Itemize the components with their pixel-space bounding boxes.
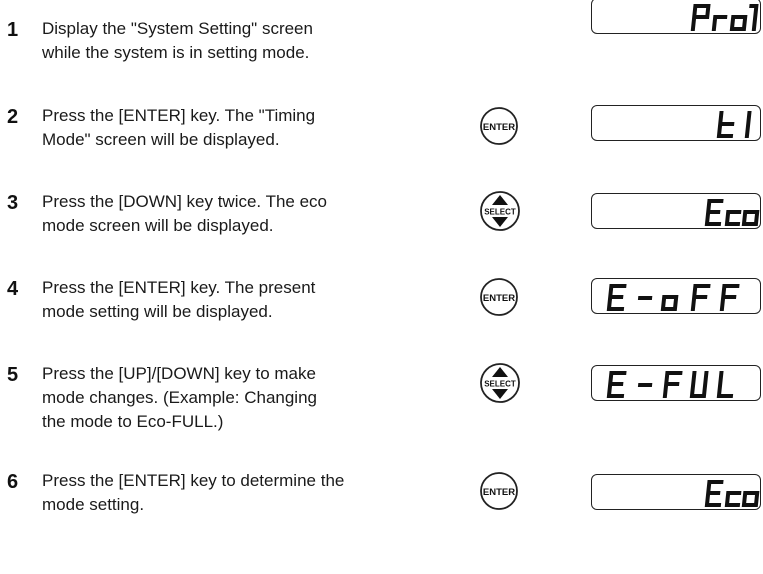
step-number: 4 xyxy=(7,278,19,300)
display-segments xyxy=(716,111,752,138)
instruction-line: Press the [DOWN] key twice. The eco xyxy=(42,192,327,211)
instruction-line: mode screen will be displayed. xyxy=(42,216,274,235)
lcd-display xyxy=(591,0,761,34)
display-segments xyxy=(704,199,760,226)
instruction-line: Press the [ENTER] key. The "Timing xyxy=(42,106,316,125)
select-key-button[interactable]: SELECT xyxy=(478,189,522,238)
svg-text:ENTER: ENTER xyxy=(483,293,515,304)
instruction-line: Press the [ENTER] key. The present xyxy=(42,278,316,297)
enter-key-icon: ENTER xyxy=(480,472,518,510)
enter-key-icon: ENTER xyxy=(480,107,518,145)
step-number: 1 xyxy=(7,19,19,41)
instruction-line: Press the [UP]/[DOWN] key to make xyxy=(42,364,316,383)
enter-key-icon: ENTER xyxy=(480,278,518,316)
select-key-button[interactable]: SELECT xyxy=(478,361,522,410)
lcd-display xyxy=(591,278,761,314)
instruction-line: mode changes. (Example: Changing xyxy=(42,388,317,407)
select-key-icon: SELECT xyxy=(480,191,520,231)
lcd-display xyxy=(591,474,761,510)
display-segments xyxy=(606,371,734,398)
lcd-display xyxy=(591,105,761,141)
step-number: 6 xyxy=(7,471,19,493)
display-segments xyxy=(704,480,760,507)
enter-key-button[interactable]: ENTER xyxy=(478,105,520,152)
display-segments xyxy=(690,4,759,31)
step-number: 2 xyxy=(7,106,19,128)
step-instruction: Press the [ENTER] key. The "Timing Mode"… xyxy=(42,104,462,152)
lcd-display xyxy=(591,193,761,229)
instruction-line: the mode to Eco-FULL.) xyxy=(42,412,224,431)
svg-text:ENTER: ENTER xyxy=(483,122,515,133)
instruction-line: Press the [ENTER] key to determine the xyxy=(42,471,345,490)
step-instruction: Press the [ENTER] key. The present mode … xyxy=(42,276,462,324)
enter-key-button[interactable]: ENTER xyxy=(478,276,520,323)
instruction-line: mode setting will be displayed. xyxy=(42,302,273,321)
lcd-display xyxy=(591,365,761,401)
step-instruction: Press the [UP]/[DOWN] key to make mode c… xyxy=(42,362,462,434)
step-number: 3 xyxy=(7,192,19,214)
step-number: 5 xyxy=(7,364,19,386)
select-key-icon: SELECT xyxy=(480,363,520,403)
step-instruction: Press the [DOWN] key twice. The eco mode… xyxy=(42,190,462,238)
instruction-line: mode setting. xyxy=(42,495,145,514)
instruction-line: Display the "System Setting" screen xyxy=(42,19,313,38)
instruction-line: Mode" screen will be displayed. xyxy=(42,130,280,149)
display-segments xyxy=(606,284,740,311)
svg-text:ENTER: ENTER xyxy=(483,487,515,498)
enter-key-button[interactable]: ENTER xyxy=(478,470,520,517)
instruction-line: while the system is in setting mode. xyxy=(42,43,310,62)
step-instruction: Press the [ENTER] key to determine the m… xyxy=(42,469,462,517)
svg-text:SELECT: SELECT xyxy=(484,208,516,217)
step-instruction: Display the "System Setting" screen whil… xyxy=(42,17,462,65)
svg-text:SELECT: SELECT xyxy=(484,380,516,389)
